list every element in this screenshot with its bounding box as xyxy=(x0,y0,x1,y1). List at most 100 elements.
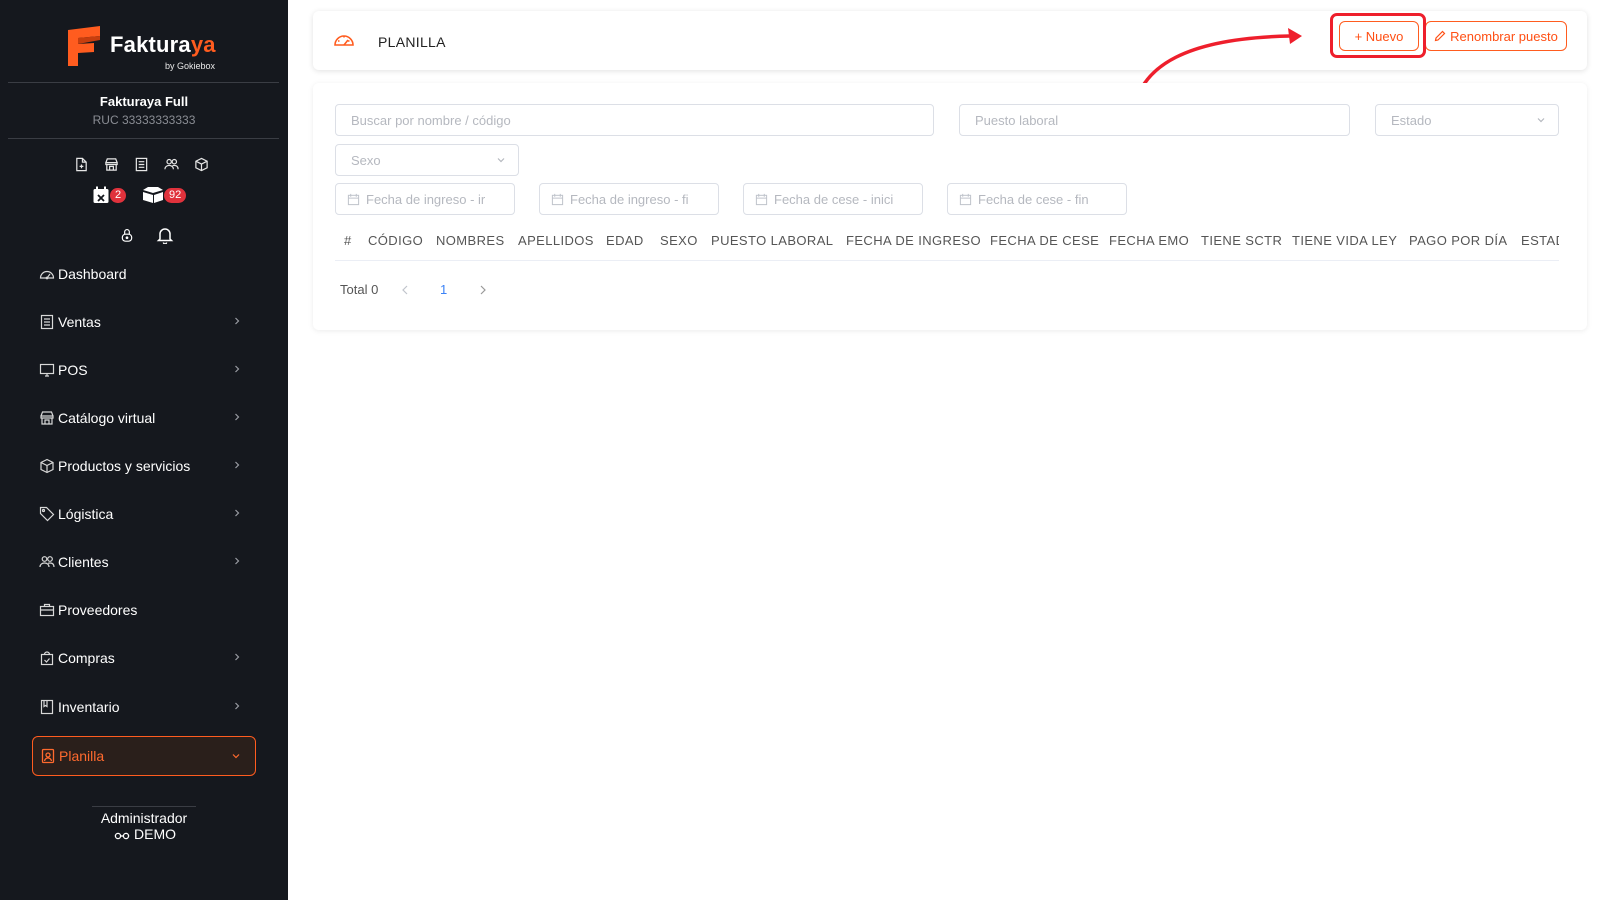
new-document-icon[interactable] xyxy=(74,157,89,172)
calendar-x-icon xyxy=(92,186,110,204)
brand-name: Fakturaya xyxy=(110,32,216,57)
person-badge-icon xyxy=(40,748,56,764)
boxes-icon xyxy=(142,186,163,204)
page-number[interactable]: 1 xyxy=(440,282,447,297)
search-input[interactable]: Buscar por nombre / código xyxy=(335,104,934,136)
column-header[interactable]: SEXO xyxy=(660,233,698,248)
chevron-down-icon xyxy=(497,158,505,163)
page-title: PLANILLA xyxy=(378,34,446,50)
nav-label: Compras xyxy=(58,650,115,666)
cease-date-start-picker[interactable]: Fecha de cese - inici xyxy=(743,183,923,215)
chevron-down-icon xyxy=(232,754,240,759)
table-header: # CÓDIGO NOMBRES APELLIDOS EDAD SEXO PUE… xyxy=(335,231,1559,261)
hire-date-start-label: Fecha de ingreso - ir xyxy=(366,191,486,207)
column-header[interactable]: PUESTO LABORAL xyxy=(711,233,833,248)
brand-tagline: by Gokiebox xyxy=(165,61,216,71)
nav-label: Dashboard xyxy=(58,266,127,282)
monitor-icon xyxy=(39,362,55,378)
nav-item-productos-y-servicios[interactable]: Productos y servicios xyxy=(32,446,256,486)
divider xyxy=(92,806,196,807)
store-icon[interactable] xyxy=(104,157,119,172)
nav-label: Proveedores xyxy=(58,602,138,618)
calendar-badge: 2 xyxy=(110,188,127,203)
book-icon xyxy=(39,699,55,715)
user-name-label: DEMO xyxy=(134,826,176,842)
user-role: Administrador xyxy=(100,810,188,826)
sidebar: Fakturaya by Gokiebox Fakturaya Full RUC… xyxy=(0,0,288,900)
dashboard-icon xyxy=(334,35,354,46)
sex-select-label: Sexo xyxy=(351,152,381,168)
nav-item-logistica[interactable]: Lógistica xyxy=(32,494,256,534)
job-position-input[interactable]: Puesto laboral xyxy=(959,104,1350,136)
nav-item-pos[interactable]: POS xyxy=(32,350,256,390)
rename-position-button[interactable]: Renombrar puesto xyxy=(1425,21,1567,51)
chevron-down-icon xyxy=(1537,118,1545,123)
cease-date-start-label: Fecha de cese - inici xyxy=(774,191,894,207)
user-name[interactable]: DEMO xyxy=(114,826,176,842)
bag-icon xyxy=(39,650,55,666)
chevron-right-icon xyxy=(235,413,240,421)
sex-select[interactable]: Sexo xyxy=(335,144,519,176)
hire-date-end-label: Fecha de ingreso - fi xyxy=(570,191,689,207)
receipt-icon xyxy=(39,314,55,330)
calendar-icon xyxy=(347,193,360,205)
column-header[interactable]: NOMBRES xyxy=(436,233,505,248)
glasses-icon xyxy=(114,828,130,840)
nav-item-dashboard[interactable]: Dashboard xyxy=(32,254,256,294)
column-header[interactable]: EDAD xyxy=(606,233,644,248)
column-header[interactable]: PAGO POR DÍA xyxy=(1409,233,1507,248)
company-ruc: RUC 33333333333 xyxy=(92,113,196,127)
nav-label: Catálogo virtual xyxy=(58,410,156,426)
bell-icon[interactable] xyxy=(156,226,174,245)
chevron-left-icon[interactable] xyxy=(400,284,410,296)
status-select[interactable]: Estado xyxy=(1375,104,1559,136)
receipt-icon[interactable] xyxy=(134,157,149,172)
chevron-right-icon xyxy=(235,509,240,517)
nav-label: Lógistica xyxy=(58,506,114,522)
nav-label: Inventario xyxy=(58,699,120,715)
status-select-label: Estado xyxy=(1391,112,1432,128)
column-header[interactable]: TIENE VIDA LEY xyxy=(1292,233,1397,248)
hire-date-end-picker[interactable]: Fecha de ingreso - fi xyxy=(539,183,719,215)
nav-label: Planilla xyxy=(59,748,105,764)
nav-item-clientes[interactable]: Clientes xyxy=(32,542,256,582)
column-header[interactable]: CÓDIGO xyxy=(368,233,423,248)
quick-access-bar xyxy=(74,157,209,172)
lock-icon[interactable] xyxy=(120,226,138,244)
chevron-right-icon xyxy=(235,365,240,373)
utility-icons xyxy=(120,226,174,245)
column-header[interactable]: APELLIDOS xyxy=(518,233,594,248)
cease-date-end-picker[interactable]: Fecha de cese - fin xyxy=(947,183,1127,215)
rename-position-label: Renombrar puesto xyxy=(1450,28,1558,44)
column-header[interactable]: FECHA DE CESE xyxy=(990,233,1099,248)
cease-date-end-label: Fecha de cese - fin xyxy=(978,191,1089,207)
divider xyxy=(8,82,279,83)
column-header[interactable]: FECHA EMO xyxy=(1109,233,1189,248)
column-header[interactable]: FECHA DE INGRESO xyxy=(846,233,981,248)
column-header[interactable]: ESTAD xyxy=(1521,233,1559,248)
tag-icon xyxy=(39,506,55,522)
chevron-right-icon xyxy=(235,557,240,565)
nav-item-compras[interactable]: Compras xyxy=(32,638,256,678)
calendar-icon xyxy=(959,193,972,205)
box-icon[interactable] xyxy=(194,157,209,172)
nav-item-catalogo-virtual[interactable]: Catálogo virtual xyxy=(32,398,256,438)
calendar-icon xyxy=(551,193,564,205)
nav-item-ventas[interactable]: Ventas xyxy=(32,302,256,342)
column-header[interactable]: # xyxy=(344,233,352,248)
chevron-right-icon[interactable] xyxy=(478,284,488,296)
brand-logo[interactable]: Fakturaya by Gokiebox xyxy=(68,24,228,74)
briefcase-icon xyxy=(39,602,55,618)
users-icon[interactable] xyxy=(164,157,179,172)
pagination-total: Total 0 xyxy=(340,282,379,297)
nav-item-proveedores[interactable]: Proveedores xyxy=(32,590,256,630)
nav-item-planilla[interactable]: Planilla xyxy=(32,736,256,776)
column-header[interactable]: TIENE SCTR xyxy=(1201,233,1282,248)
nav-item-inventario[interactable]: Inventario xyxy=(32,687,256,727)
nav-label: Productos y servicios xyxy=(58,458,191,474)
brand-logo-mark-icon xyxy=(68,26,100,66)
box-icon xyxy=(39,458,55,474)
hire-date-start-picker[interactable]: Fecha de ingreso - ir xyxy=(335,183,515,215)
store-icon xyxy=(39,410,55,426)
packages-badge: 92 xyxy=(164,188,187,203)
